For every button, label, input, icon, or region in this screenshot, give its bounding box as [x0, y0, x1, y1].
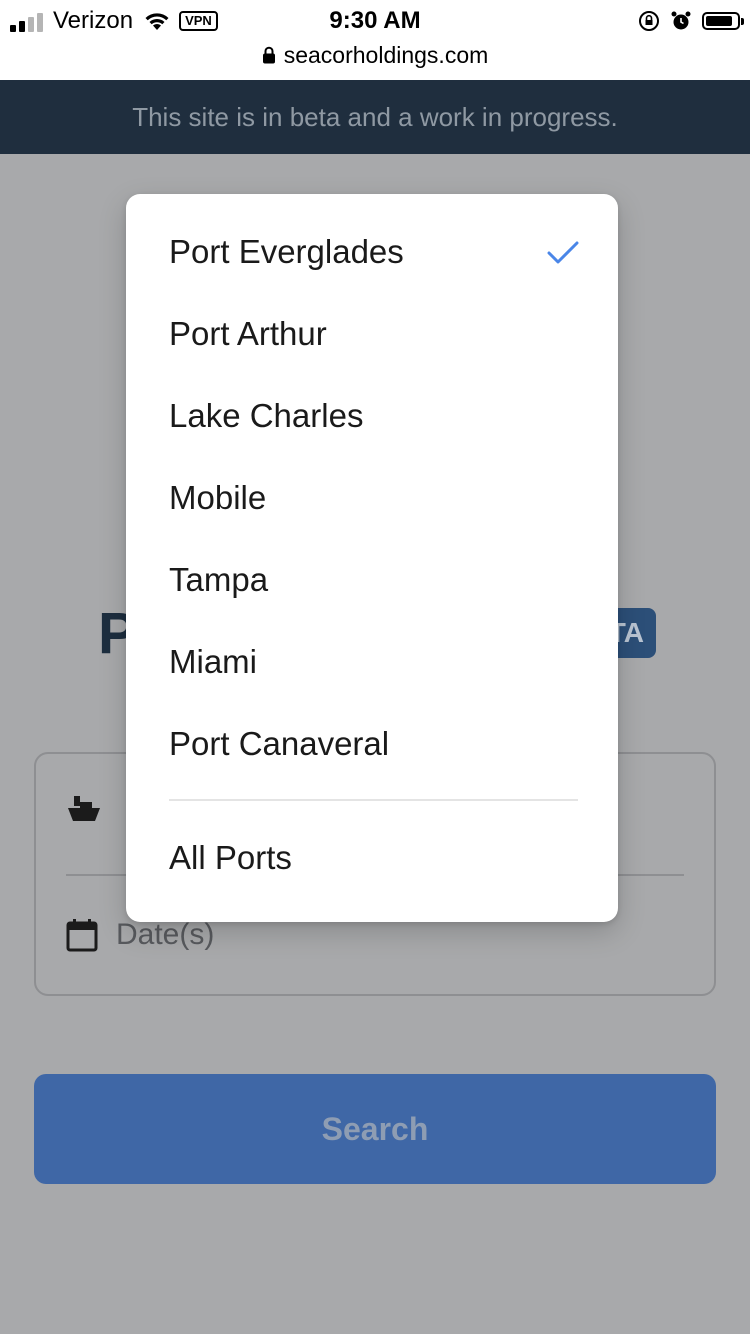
url-text: seacorholdings.com: [283, 41, 489, 68]
calendar-icon: [66, 919, 98, 952]
search-button[interactable]: Search: [34, 1074, 716, 1184]
menu-item-label: Miami: [169, 643, 257, 680]
menu-item-label: Mobile: [169, 479, 267, 516]
menu-item-label: All Ports: [169, 839, 292, 876]
status-bar-right: [638, 8, 744, 34]
menu-item-port-canaveral[interactable]: Port Canaveral: [126, 703, 618, 785]
menu-item-label: Port Everglades: [169, 233, 404, 270]
menu-item-label: Lake Charles: [169, 397, 364, 434]
rotation-lock-icon: [639, 11, 659, 31]
battery-icon: [702, 12, 744, 30]
ship-icon: [68, 796, 100, 821]
menu-item-lake-charles[interactable]: Lake Charles: [126, 375, 618, 457]
port-dropdown-menu: Port Everglades Port Arthur Lake Charles…: [126, 194, 618, 922]
url-bar[interactable]: seacorholdings.com: [0, 38, 750, 72]
status-bar: Verizon VPN 9:30 AM seacorholdings.com: [0, 0, 750, 80]
beta-banner: This site is in beta and a work in progr…: [0, 80, 750, 154]
checkmark-icon: [547, 241, 579, 264]
alarm-icon: [671, 11, 691, 30]
menu-item-miami[interactable]: Miami: [126, 621, 618, 703]
date-field[interactable]: Date(s): [66, 918, 214, 952]
date-placeholder: Date(s): [116, 918, 215, 951]
menu-item-port-everglades[interactable]: Port Everglades: [126, 211, 618, 293]
menu-item-tampa[interactable]: Tampa: [126, 539, 618, 621]
menu-item-mobile[interactable]: Mobile: [126, 457, 618, 539]
port-select-field[interactable]: [66, 794, 102, 824]
menu-item-label: Port Canaveral: [169, 725, 390, 762]
menu-item-port-arthur[interactable]: Port Arthur: [126, 293, 618, 375]
lock-icon: [262, 46, 275, 64]
port-options-list: Port Everglades Port Arthur Lake Charles…: [126, 194, 618, 785]
menu-divider: [169, 799, 578, 801]
menu-item-label: Port Arthur: [169, 315, 327, 352]
menu-item-all-ports[interactable]: All Ports: [126, 817, 618, 899]
menu-item-label: Tampa: [169, 561, 269, 598]
beta-banner-text: This site is in beta and a work in progr…: [132, 101, 618, 132]
